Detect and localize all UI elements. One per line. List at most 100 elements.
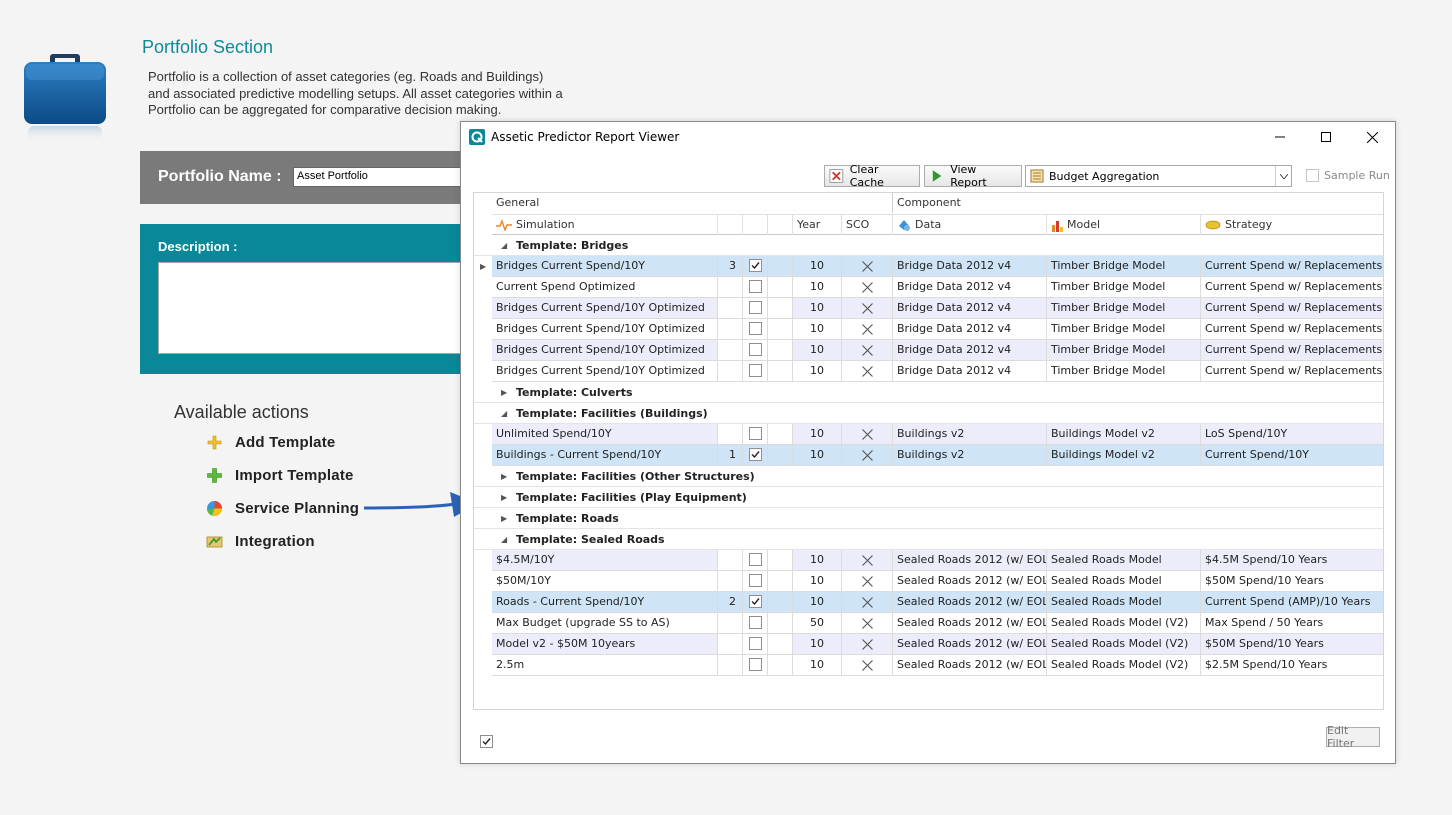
- include-checkbox[interactable]: [748, 616, 762, 629]
- collapse-icon[interactable]: ◢: [501, 235, 507, 256]
- sim-cell: Model v2 - $50M 10years: [492, 634, 718, 655]
- include-checkbox-cell[interactable]: [743, 445, 768, 466]
- simulation-icon: [496, 219, 512, 231]
- include-checkbox[interactable]: [748, 364, 762, 377]
- table-row[interactable]: Unlimited Spend/10Y 10 Buildings v2 Buildin…: [474, 424, 1383, 445]
- table-row[interactable]: Max Budget (upgrade SS to AS) 50 Sealed Ro…: [474, 613, 1383, 634]
- col-simulation[interactable]: Simulation: [492, 215, 718, 235]
- col-include[interactable]: [743, 215, 768, 235]
- clear-cache-button[interactable]: Clear Cache: [824, 163, 920, 189]
- sco-cell: [842, 361, 893, 382]
- expand-icon[interactable]: ▶: [501, 487, 507, 508]
- group-row[interactable]: ▶ Template: Culverts: [474, 382, 1383, 403]
- table-row[interactable]: Bridges Current Spend/10Y Optimized 10 Bri…: [474, 340, 1383, 361]
- show-all-option[interactable]: [480, 731, 493, 750]
- sco-x-icon: [861, 303, 873, 314]
- expand-icon[interactable]: ▶: [501, 382, 507, 403]
- table-row[interactable]: $50M/10Y 10 Sealed Roads 2012 (w/ EOL... Se…: [474, 571, 1383, 592]
- title-bar: Assetic Predictor Report Viewer: [461, 122, 1395, 152]
- sco-cell: [842, 571, 893, 592]
- include-checkbox[interactable]: [748, 574, 762, 587]
- close-button[interactable]: [1349, 122, 1395, 152]
- model-cell: Sealed Roads Model: [1047, 592, 1201, 613]
- blank-cell: [768, 298, 793, 319]
- include-checkbox-cell[interactable]: [743, 592, 768, 613]
- blank-cell: [768, 634, 793, 655]
- portfolio-name-input[interactable]: Asset Portfolio: [293, 167, 473, 187]
- expand-icon[interactable]: ▶: [501, 466, 507, 487]
- include-checkbox[interactable]: [748, 280, 762, 293]
- include-checkbox-cell[interactable]: [743, 340, 768, 361]
- col-strategy[interactable]: Strategy: [1201, 215, 1383, 235]
- chevron-down-icon[interactable]: [1275, 166, 1291, 186]
- col-number[interactable]: [718, 215, 743, 235]
- include-checkbox[interactable]: [748, 427, 762, 440]
- group-row[interactable]: ◢ Template: Bridges: [474, 235, 1383, 256]
- table-row[interactable]: $4.5M/10Y 10 Sealed Roads 2012 (w/ EOL... S…: [474, 550, 1383, 571]
- include-checkbox[interactable]: [748, 343, 762, 356]
- sample-run-option[interactable]: Sample Run: [1306, 169, 1390, 182]
- group-row[interactable]: ◢ Template: Facilities (Buildings): [474, 403, 1383, 424]
- col-year[interactable]: Year: [793, 215, 842, 235]
- sample-run-checkbox[interactable]: [1306, 169, 1319, 182]
- minimize-button[interactable]: [1257, 122, 1303, 152]
- table-row[interactable]: Bridges Current Spend/10Y Optimized 10 Bri…: [474, 298, 1383, 319]
- include-checkbox[interactable]: [748, 322, 762, 335]
- col-model[interactable]: Model: [1047, 215, 1201, 235]
- table-row[interactable]: Bridges Current Spend/10Y Optimized 10 Bri…: [474, 361, 1383, 382]
- collapse-icon[interactable]: ◢: [501, 529, 507, 550]
- group-row[interactable]: ▶ Template: Facilities (Play Equipment): [474, 487, 1383, 508]
- include-checkbox-cell[interactable]: [743, 256, 768, 277]
- include-checkbox[interactable]: [748, 595, 762, 608]
- expand-icon[interactable]: ▶: [501, 508, 507, 529]
- collapse-icon[interactable]: ◢: [501, 403, 507, 424]
- sim-cell: Max Budget (upgrade SS to AS): [492, 613, 718, 634]
- include-checkbox-cell[interactable]: [743, 571, 768, 592]
- add-template-action[interactable]: Add Template: [206, 431, 335, 453]
- description-label: Description :: [158, 239, 238, 254]
- description-textarea[interactable]: [158, 262, 468, 354]
- table-row[interactable]: Bridges Current Spend/10Y Optimized 10 Bri…: [474, 319, 1383, 340]
- include-checkbox[interactable]: [748, 658, 762, 671]
- include-checkbox-cell[interactable]: [743, 655, 768, 676]
- include-checkbox[interactable]: [748, 259, 762, 272]
- sim-cell: $50M/10Y: [492, 571, 718, 592]
- include-checkbox-cell[interactable]: [743, 550, 768, 571]
- table-row[interactable]: 2.5m 10 Sealed Roads 2012 (w/ EOL... Sealed…: [474, 655, 1383, 676]
- include-checkbox-cell[interactable]: [743, 613, 768, 634]
- integration-action[interactable]: Integration: [206, 530, 315, 552]
- import-template-action[interactable]: Import Template: [206, 464, 354, 486]
- edit-filter-button[interactable]: Edit Filter: [1326, 724, 1380, 750]
- include-checkbox[interactable]: [748, 637, 762, 650]
- table-row[interactable]: ▶ Bridges Current Spend/10Y 3 10 Bridge Data…: [474, 256, 1383, 277]
- view-report-button[interactable]: View Report: [924, 163, 1022, 189]
- include-checkbox-cell[interactable]: [743, 319, 768, 340]
- include-checkbox-cell[interactable]: [743, 424, 768, 445]
- col-sco[interactable]: SCO: [842, 215, 893, 235]
- n-cell: [718, 361, 743, 382]
- maximize-button[interactable]: [1303, 122, 1349, 152]
- group-row[interactable]: ◢ Template: Sealed Roads: [474, 529, 1383, 550]
- n-cell: [718, 319, 743, 340]
- include-checkbox-cell[interactable]: [743, 361, 768, 382]
- include-checkbox[interactable]: [748, 301, 762, 314]
- table-row[interactable]: Roads - Current Spend/10Y 2 10 Sealed Roads…: [474, 592, 1383, 613]
- table-row[interactable]: Model v2 - $50M 10years 10 Sealed Roads 20…: [474, 634, 1383, 655]
- include-checkbox-cell[interactable]: [743, 298, 768, 319]
- include-checkbox[interactable]: [748, 553, 762, 566]
- include-checkbox-cell[interactable]: [743, 277, 768, 298]
- group-row[interactable]: ▶ Template: Roads: [474, 508, 1383, 529]
- sco-cell: [842, 298, 893, 319]
- model-cell: Timber Bridge Model: [1047, 361, 1201, 382]
- table-row[interactable]: Current Spend Optimized 10 Bridge Data 201…: [474, 277, 1383, 298]
- table-row[interactable]: Buildings - Current Spend/10Y 1 10 Building…: [474, 445, 1383, 466]
- service-planning-action[interactable]: Service Planning: [206, 497, 359, 519]
- group-row[interactable]: ▶ Template: Facilities (Other Structures): [474, 466, 1383, 487]
- include-checkbox[interactable]: [748, 448, 762, 461]
- col-data[interactable]: Data: [893, 215, 1047, 235]
- include-checkbox-cell[interactable]: [743, 634, 768, 655]
- show-all-checkbox[interactable]: [480, 735, 493, 748]
- col-blank[interactable]: [768, 215, 793, 235]
- report-type-select[interactable]: Budget Aggregation: [1025, 165, 1292, 187]
- year-cell: 10: [793, 424, 842, 445]
